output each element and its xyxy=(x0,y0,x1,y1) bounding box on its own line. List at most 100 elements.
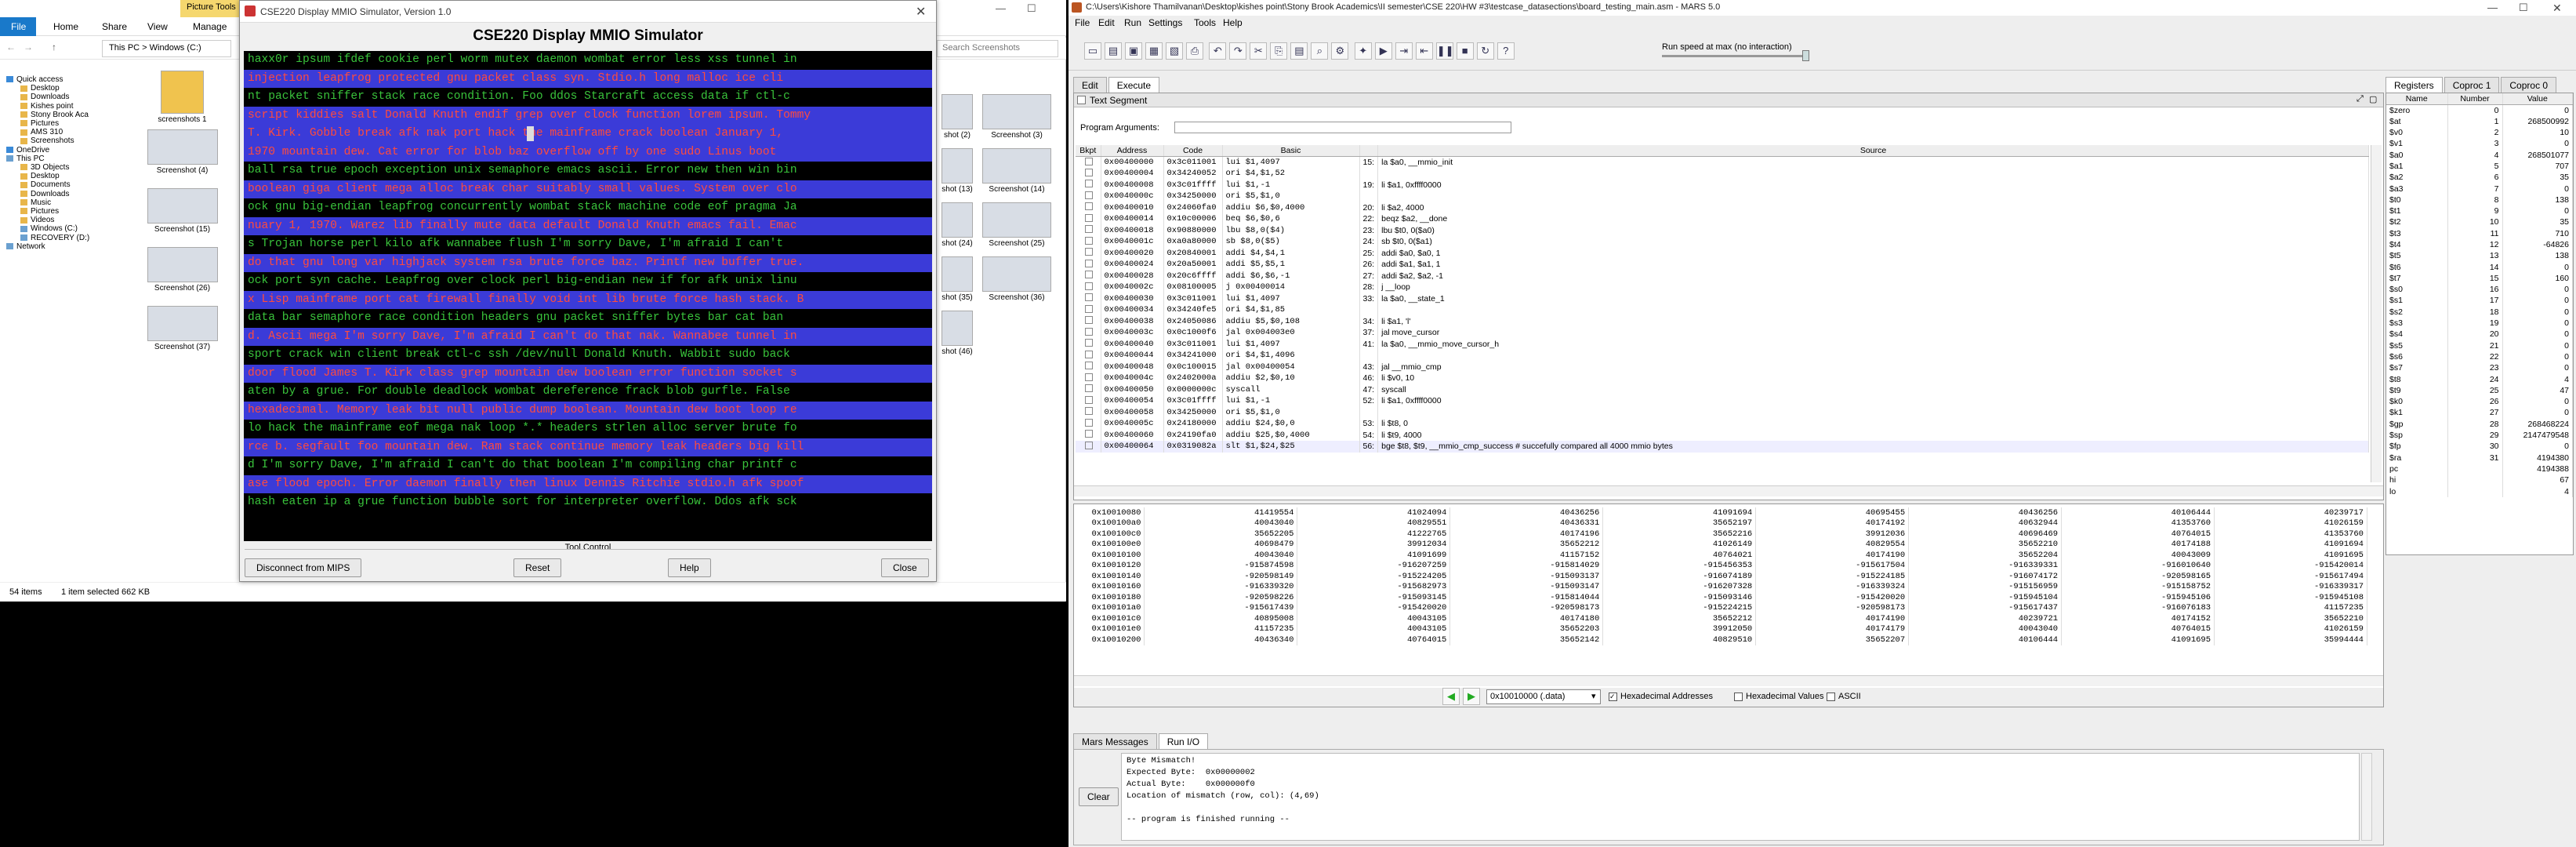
checkbox[interactable] xyxy=(1085,430,1093,438)
cell-value[interactable]: 41353760 xyxy=(2214,529,2367,540)
file-item[interactable]: Screenshot (4) xyxy=(133,129,231,186)
table-row[interactable]: 0x10010180 -920598226 -915093145 -915814044… xyxy=(1074,592,2367,603)
cell-value[interactable]: -916010640 xyxy=(2061,560,2215,571)
cell-value[interactable]: 40106444 xyxy=(1908,634,2063,645)
cell-value[interactable]: 35652205 xyxy=(1144,529,1298,540)
cell-value[interactable]: -916207328 xyxy=(1602,581,1757,592)
settings-icon[interactable]: ⚙ xyxy=(1331,42,1349,60)
breakpoint-checkbox[interactable] xyxy=(1076,191,1101,202)
cell-value[interactable]: 41419554 xyxy=(1144,507,1298,518)
tab-coproc0[interactable]: Coproc 0 xyxy=(2501,77,2557,93)
register-row[interactable]: $t4 12 -64826 xyxy=(2386,238,2573,251)
dump-memory-icon[interactable]: ▧ xyxy=(1166,42,1183,60)
reset-icon[interactable]: ↻ xyxy=(1476,42,1494,60)
cell-value[interactable]: -916339324 xyxy=(1755,581,1910,592)
register-row[interactable]: $s7 23 0 xyxy=(2386,362,2573,374)
chevron-down-icon[interactable]: ▾ xyxy=(1591,691,1596,701)
breakpoint-checkbox[interactable] xyxy=(1076,373,1101,384)
breakpoint-checkbox[interactable] xyxy=(1076,418,1101,430)
cell-value[interactable]: 40174188 xyxy=(2061,539,2215,550)
ribbon-tab-manage[interactable]: Manage xyxy=(193,21,227,32)
cell-value[interactable]: 35652207 xyxy=(1755,634,1910,645)
ribbon-tab-file[interactable]: File xyxy=(0,17,36,36)
nav-item[interactable]: Kishes point xyxy=(20,102,73,111)
register-row[interactable]: $t8 24 4 xyxy=(2386,373,2573,385)
nav-item[interactable]: Desktop xyxy=(20,84,60,93)
cell-value[interactable]: 35652197 xyxy=(1602,518,1757,529)
close-button[interactable]: Close xyxy=(881,558,929,577)
checkbox[interactable] xyxy=(1085,418,1093,427)
cell-value[interactable]: 41091699 xyxy=(1297,550,1451,561)
close-icon[interactable]: ✕ xyxy=(2552,2,2562,15)
table-row[interactable]: 0x100101a0 -915617439 -915420020 -920598173… xyxy=(1074,602,2367,613)
cell-value[interactable]: 40829554 xyxy=(1755,539,1910,550)
checkbox[interactable] xyxy=(1085,293,1093,302)
register-row[interactable]: $zero 0 0 xyxy=(2386,104,2573,116)
reset-button[interactable]: Reset xyxy=(513,558,562,577)
table-row[interactable]: 0x00400040 0x3c011001 lui $1,4097 41: la $a0… xyxy=(1076,338,2369,350)
cell-value[interactable]: -916076183 xyxy=(2061,602,2215,613)
cell-value[interactable]: 41026159 xyxy=(2214,518,2367,529)
cell-value[interactable]: 35652142 xyxy=(1449,634,1604,645)
breakpoint-checkbox[interactable] xyxy=(1076,429,1101,441)
cell-value[interactable]: 41353760 xyxy=(2061,518,2215,529)
minimize-frame-icon[interactable]: ▢ xyxy=(2369,94,2377,104)
run-icon[interactable]: ▶ xyxy=(1374,42,1392,60)
register-row[interactable]: $a2 6 35 xyxy=(2386,172,2573,184)
breakpoint-checkbox[interactable] xyxy=(1076,236,1101,248)
cell-value[interactable]: -915224205 xyxy=(1297,571,1451,582)
register-row[interactable]: $t1 9 0 xyxy=(2386,205,2573,217)
maximize-icon[interactable]: ☐ xyxy=(2519,2,2528,14)
cell-value[interactable]: -915617504 xyxy=(1755,560,1910,571)
cell-value[interactable]: 41091695 xyxy=(2061,634,2215,645)
cell-value[interactable]: 41091694 xyxy=(2214,539,2367,550)
file-item[interactable]: Screenshot (26) xyxy=(133,247,231,304)
cell-value[interactable]: -915093137 xyxy=(1449,571,1604,582)
cell-value[interactable]: -916339317 xyxy=(2214,581,2367,592)
cell-value[interactable]: -916339331 xyxy=(1908,560,2063,571)
cut-icon[interactable]: ✂ xyxy=(1250,42,1268,60)
register-row[interactable]: $t9 25 47 xyxy=(2386,384,2573,397)
cell-value[interactable]: 40764015 xyxy=(1297,634,1451,645)
cell-value[interactable]: 40043040 xyxy=(1144,518,1298,529)
cell-value[interactable]: -916339320 xyxy=(1144,581,1298,592)
breakpoint-checkbox[interactable] xyxy=(1076,270,1101,282)
breakpoint-checkbox[interactable] xyxy=(1076,406,1101,418)
backstep-icon[interactable]: ⇤ xyxy=(1415,42,1433,60)
cell-value[interactable]: 40174190 xyxy=(1755,613,1910,624)
checkbox[interactable] xyxy=(1085,350,1093,358)
register-row[interactable]: $v1 3 0 xyxy=(2386,138,2573,150)
checkbox[interactable] xyxy=(1085,441,1093,449)
nav-item[interactable]: Desktop xyxy=(20,172,60,180)
minimize-icon[interactable]: — xyxy=(2487,2,2498,13)
register-row[interactable]: $s2 18 0 xyxy=(2386,306,2573,318)
breakpoint-checkbox[interactable] xyxy=(1076,384,1101,395)
cell-value[interactable]: 40764015 xyxy=(2061,623,2215,634)
register-row[interactable]: $s0 16 0 xyxy=(2386,284,2573,296)
breakpoint-checkbox[interactable] xyxy=(1076,156,1101,168)
table-row[interactable]: 0x00400038 0x24050086 addiu $5,$0,108 34: li… xyxy=(1076,315,2369,327)
cell-value[interactable]: -915814044 xyxy=(1449,592,1604,603)
cell-value[interactable]: 40895008 xyxy=(1144,613,1298,624)
cell-value[interactable]: -915224215 xyxy=(1602,602,1757,613)
cell-value[interactable]: 40764015 xyxy=(2061,529,2215,540)
cell-value[interactable]: 35652212 xyxy=(1449,539,1604,550)
nav-item[interactable]: Downloads xyxy=(20,93,69,101)
nav-item[interactable]: Stony Brook Aca xyxy=(20,111,89,119)
maximize-icon[interactable]: ☐ xyxy=(1027,2,1036,15)
stop-icon[interactable]: ■ xyxy=(1456,42,1474,60)
register-row[interactable]: $k1 27 0 xyxy=(2386,407,2573,419)
cell-value[interactable]: -920598165 xyxy=(2061,571,2215,582)
cell-value[interactable]: 41157152 xyxy=(1449,550,1604,561)
checkbox[interactable] xyxy=(1085,202,1093,211)
tab-run-io[interactable]: Run I/O xyxy=(1158,733,1209,750)
cell-value[interactable]: 41091695 xyxy=(2214,550,2367,561)
cell-value[interactable]: -916074172 xyxy=(1908,571,2063,582)
register-row[interactable]: $fp 30 0 xyxy=(2386,441,2573,453)
cell-value[interactable]: -915814029 xyxy=(1449,560,1604,571)
table-row[interactable]: 0x00400014 0x10c00006 beq $6,$0,6 22: beqz $… xyxy=(1076,213,2369,225)
cell-value[interactable]: -916074189 xyxy=(1602,571,1757,582)
menu-item[interactable]: Run xyxy=(1124,17,1141,28)
checkbox[interactable] xyxy=(1085,304,1093,313)
table-row[interactable]: 0x100100c0 35652205 41222765 40174196 356522… xyxy=(1074,529,2367,540)
